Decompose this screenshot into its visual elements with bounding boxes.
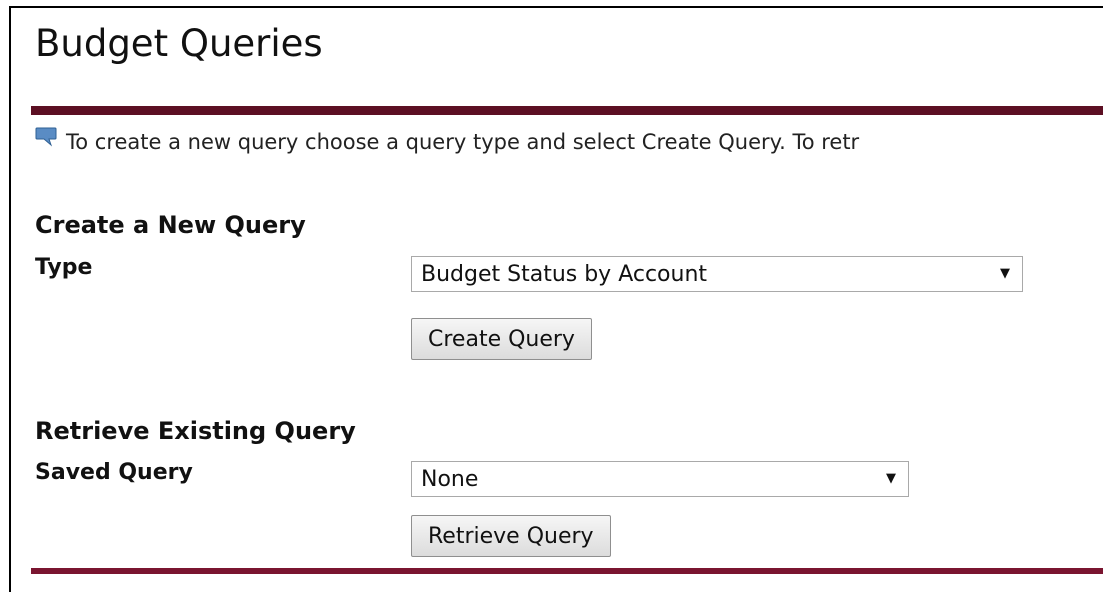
dropdown-arrow-icon: ▼ [1000,266,1010,281]
retrieve-query-heading: Retrieve Existing Query [35,417,356,445]
info-text: To create a new query choose a query typ… [66,130,860,154]
header-divider [31,106,1103,115]
retrieve-query-button[interactable]: Retrieve Query [411,515,611,557]
page-frame: Budget Queries To create a new query cho… [9,6,1103,592]
footer-divider [31,568,1103,574]
saved-query-select[interactable]: None ▼ [411,461,909,497]
query-type-select[interactable]: Budget Status by Account ▼ [411,256,1023,292]
dropdown-arrow-icon: ▼ [886,471,896,486]
speech-bubble-icon [35,127,57,147]
info-message: To create a new query choose a query typ… [35,127,860,154]
create-query-heading: Create a New Query [35,211,306,239]
page-title: Budget Queries [35,22,323,65]
create-query-button[interactable]: Create Query [411,318,592,360]
saved-query-label: Saved Query [35,460,193,485]
type-label: Type [35,255,93,280]
saved-query-value: None [421,466,479,492]
query-type-value: Budget Status by Account [421,261,708,287]
